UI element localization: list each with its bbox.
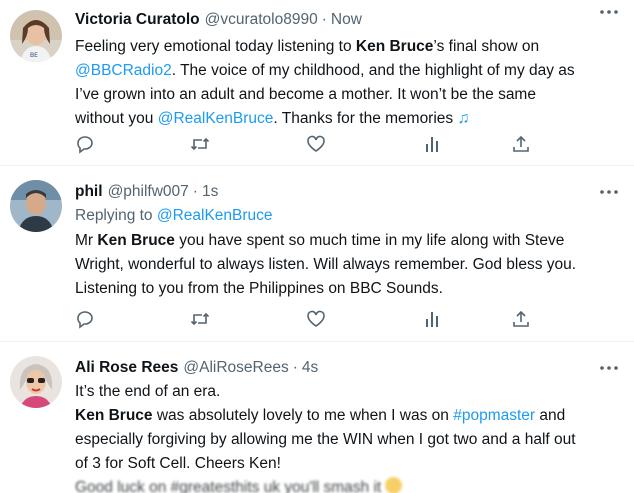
share-icon[interactable] — [511, 134, 533, 156]
obscured-line: Good luck on #greatesthits uk you'll sma… — [75, 476, 624, 493]
highlight-ken-bruce: Ken Bruce — [75, 407, 153, 424]
avatar-victoria[interactable]: BE — [10, 10, 62, 62]
mention-realkenbruce[interactable]: @RealKenBruce — [158, 110, 274, 127]
tweet-actions — [75, 134, 535, 156]
tweet-phil[interactable]: phil @philfw007 · 1s Replying to @RealKe… — [0, 166, 634, 342]
like-icon[interactable] — [306, 134, 328, 156]
more-options-icon[interactable] — [598, 360, 620, 376]
separator-dot: · — [321, 11, 327, 28]
music-notes-icon: ♫ — [457, 110, 470, 127]
highlight-ken-bruce: Ken Bruce — [97, 232, 175, 249]
more-options-icon[interactable] — [598, 4, 620, 20]
like-icon[interactable] — [306, 309, 328, 331]
tweet-text: Mr Ken Bruce you have spent so much time… — [75, 232, 577, 297]
user-handle[interactable]: @philfw007 — [108, 182, 189, 202]
timestamp[interactable]: 4s — [302, 358, 318, 378]
display-name[interactable]: Ali Rose Rees — [75, 358, 178, 378]
mention-realkenbruce[interactable]: @RealKenBruce — [157, 207, 273, 224]
more-options-icon[interactable] — [598, 184, 620, 200]
separator-dot: · — [292, 359, 298, 376]
views-icon[interactable] — [423, 134, 445, 156]
smile-emoji-icon — [385, 477, 403, 493]
separator-dot: · — [192, 183, 198, 200]
timestamp[interactable]: Now — [331, 10, 362, 30]
mention-bbcradio2[interactable]: @BBCRadio2 — [75, 62, 172, 79]
tweet-header: Victoria Curatolo @vcuratolo8990 · Now — [75, 10, 624, 30]
user-handle[interactable]: @AliRoseRees — [183, 358, 288, 378]
avatar-phil[interactable] — [10, 180, 62, 232]
reply-icon[interactable] — [75, 134, 97, 156]
timestamp[interactable]: 1s — [202, 182, 218, 202]
highlight-ken-bruce: Ken Bruce — [355, 38, 434, 55]
display-name[interactable]: Victoria Curatolo — [75, 10, 200, 30]
tweet-header: phil @philfw007 · 1s — [75, 182, 624, 202]
hashtag-popmaster[interactable]: #popmaster — [453, 407, 535, 424]
svg-text:BE: BE — [30, 52, 38, 59]
avatar-ali[interactable] — [10, 356, 62, 408]
tweet-text: Feeling very emotional today listening t… — [75, 35, 624, 131]
tweet-header: Ali Rose Rees @AliRoseRees · 4s — [75, 358, 624, 378]
views-icon[interactable] — [423, 309, 445, 331]
tweet-ali[interactable]: Ali Rose Rees @AliRoseRees · 4s It’s the… — [0, 342, 634, 493]
reply-icon[interactable] — [75, 309, 97, 331]
retweet-icon[interactable] — [190, 134, 212, 156]
tweet-victoria[interactable]: BE Victoria Curatolo @vcuratolo8990 · No… — [0, 0, 634, 166]
user-handle[interactable]: @vcuratolo8990 — [205, 10, 318, 30]
retweet-icon[interactable] — [190, 309, 212, 331]
tweet-text: It’s the end of an era. Ken Bruce was ab… — [75, 380, 624, 493]
share-icon[interactable] — [511, 309, 533, 331]
tweet-feed: BE Victoria Curatolo @vcuratolo8990 · No… — [0, 0, 634, 493]
replying-to: Replying to @RealKenBruce — [75, 207, 273, 224]
display-name[interactable]: phil — [75, 182, 103, 202]
tweet-actions — [75, 309, 535, 331]
